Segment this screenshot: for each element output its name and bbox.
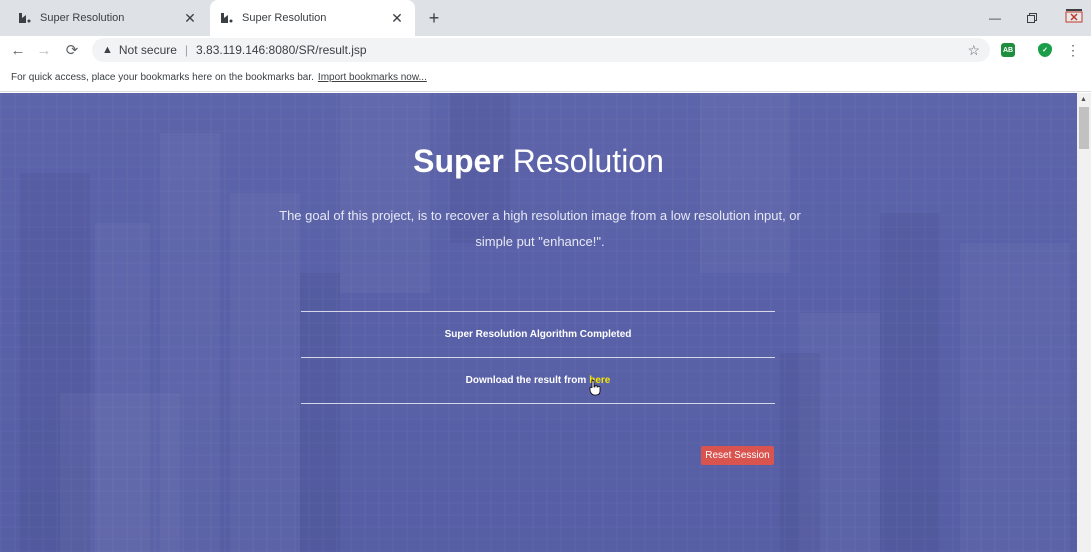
title-light: Resolution xyxy=(512,143,664,179)
page-title: Super Resolution xyxy=(0,143,1077,180)
browser-toolbar: ← → ⟳ ▲ Not secure | 3.83.119.146:8080/S… xyxy=(0,36,1091,64)
tab-close-icon[interactable]: ✕ xyxy=(182,10,198,26)
tab-active[interactable]: Super Resolution ✕ xyxy=(210,0,415,36)
address-bar[interactable]: ▲ Not secure | 3.83.119.146:8080/SR/resu… xyxy=(92,38,990,62)
bookmarks-bar: For quick access, place your bookmarks h… xyxy=(0,64,1091,92)
title-bold: Super xyxy=(413,143,504,179)
status-row: Super Resolution Algorithm Completed xyxy=(301,312,775,357)
import-bookmarks-link[interactable]: Import bookmarks now... xyxy=(318,72,427,83)
bookmarks-hint: For quick access, place your bookmarks h… xyxy=(11,72,314,83)
site-favicon-icon xyxy=(220,11,234,25)
status-text: Super Resolution Algorithm Completed xyxy=(444,329,632,340)
forward-arrow-icon[interactable]: → xyxy=(34,40,54,60)
tab-title: Super Resolution xyxy=(242,12,327,24)
page-hero: Super Resolution The goal of this projec… xyxy=(0,93,1077,552)
bookmark-star-icon[interactable]: ☆ xyxy=(967,42,980,59)
minimize-icon[interactable]: — xyxy=(985,8,1005,28)
tab-inactive[interactable]: Super Resolution ✕ xyxy=(8,0,208,36)
url-text[interactable]: 3.83.119.146:8080/SR/result.jsp xyxy=(196,43,367,57)
scroll-up-icon[interactable]: ▲ xyxy=(1080,96,1087,103)
download-text: Download the result from xyxy=(465,375,587,386)
tab-close-icon[interactable]: ✕ xyxy=(389,10,405,26)
hand-cursor-icon xyxy=(589,380,601,396)
download-row: Download the result from here xyxy=(301,358,775,403)
extension-ab-icon[interactable]: AB xyxy=(1001,43,1015,57)
omnibox-divider: | xyxy=(184,43,189,57)
tab-strip: Super Resolution ✕ Super Resolution ✕ + … xyxy=(0,0,1091,36)
site-favicon-icon xyxy=(18,11,32,25)
reset-session-button[interactable]: Reset Session xyxy=(701,446,774,465)
browser-menu-icon[interactable]: ⋮ xyxy=(1066,40,1080,60)
page-scrollbar[interactable]: ▲ xyxy=(1077,93,1091,552)
window-close-icon[interactable] xyxy=(1064,6,1084,26)
new-tab-icon[interactable]: + xyxy=(424,8,444,28)
divider xyxy=(301,403,775,404)
page-subtitle: The goal of this project, is to recover … xyxy=(279,208,801,249)
extension-shield-icon[interactable]: ✓ xyxy=(1038,43,1052,57)
warning-triangle-icon: ▲ xyxy=(102,44,113,56)
reload-icon[interactable]: ⟳ xyxy=(62,40,82,60)
restore-icon[interactable] xyxy=(1022,8,1042,28)
tab-title: Super Resolution xyxy=(40,12,125,24)
back-arrow-icon[interactable]: ← xyxy=(8,40,28,60)
result-panel: Super Resolution Algorithm Completed Dow… xyxy=(301,311,775,404)
security-label[interactable]: Not secure xyxy=(119,43,177,57)
scroll-thumb[interactable] xyxy=(1079,107,1089,149)
